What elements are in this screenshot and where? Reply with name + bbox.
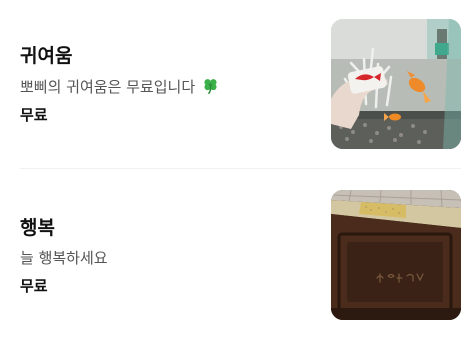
product-title: 귀여움 — [20, 45, 73, 67]
four-leaf-clover-icon — [202, 77, 219, 98]
product-description: 늘 행복하세요 — [20, 249, 108, 267]
product-list: 귀여움 뽀삐의 귀여움은 무료입니다 무료 행복 늘 행복하세요 무료 — [0, 0, 475, 337]
product-description-text: 뽀삐의 귀여움은 무료입니다 — [20, 78, 196, 96]
product-item-cuteness[interactable]: 귀여움 뽀삐의 귀여움은 무료입니다 무료 — [0, 19, 475, 149]
list-divider — [20, 168, 461, 169]
product-item-happiness[interactable]: 행복 늘 행복하세요 무료 — [0, 190, 475, 320]
fish-aquarium-photo — [331, 19, 461, 149]
product-title: 행복 — [20, 217, 55, 239]
product-description: 뽀삐의 귀여움은 무료입니다 — [20, 76, 219, 98]
product-price: 무료 — [20, 106, 48, 124]
product-price: 무료 — [20, 277, 48, 295]
wooden-cabinet-photo — [331, 190, 461, 320]
